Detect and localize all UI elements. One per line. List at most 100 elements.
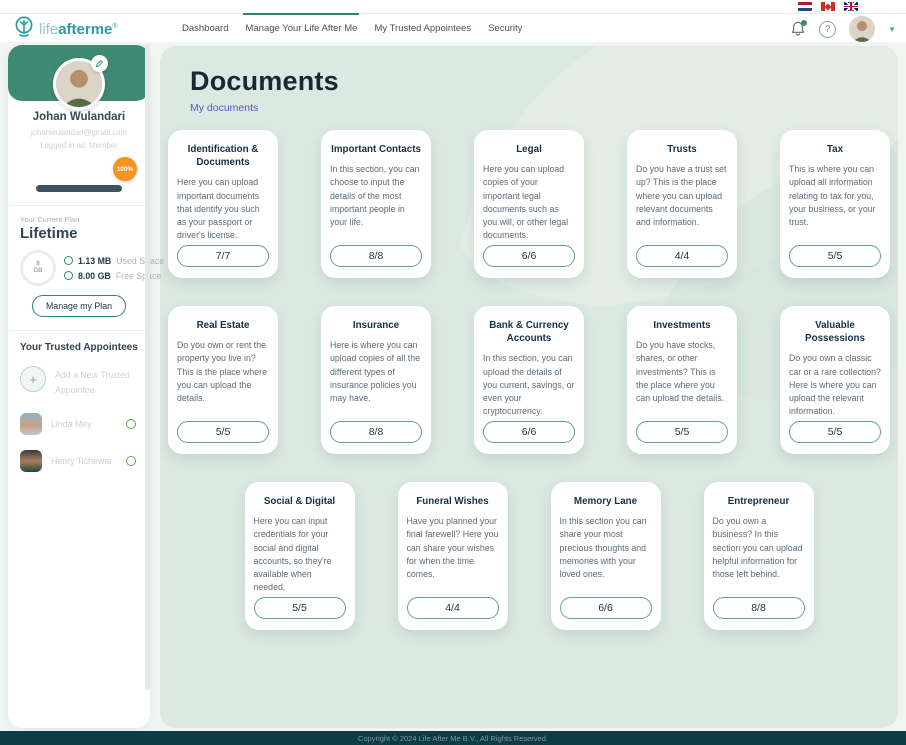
document-cards-grid: Identification & Documents Here you can …: [160, 130, 898, 630]
card-title: Memory Lane: [560, 495, 652, 508]
sidebar: Johan Wulandari johanwulandari@gmail.com…: [8, 45, 150, 728]
card-description: Here is where you can upload copies of a…: [330, 339, 422, 405]
appointee-name: Linda Mey: [51, 419, 117, 429]
card-count-button[interactable]: 8/8: [713, 597, 805, 619]
help-icon[interactable]: ?: [819, 21, 836, 38]
card-title: Important Contacts: [330, 143, 422, 156]
plus-icon: +: [20, 366, 46, 392]
nav-my-trusted-appointees[interactable]: My Trusted Appointees: [372, 13, 473, 42]
card-description: Do you own a classic car or a rare colle…: [789, 352, 881, 418]
card-title: Funeral Wishes: [407, 495, 499, 508]
card-insurance[interactable]: Insurance Here is where you can upload c…: [321, 306, 431, 454]
card-count-button[interactable]: 5/5: [177, 421, 269, 443]
card-row: Real Estate Do you own or rent the prope…: [168, 306, 890, 454]
card-title: Real Estate: [177, 319, 269, 332]
card-description: In this section, you can choose to input…: [330, 163, 422, 229]
nav-manage-your-life-after-me[interactable]: Manage Your Life After Me: [243, 13, 359, 42]
notification-dot: [801, 20, 807, 26]
footer: Copyright © 2024 Life After Me B.V., All…: [0, 731, 906, 745]
bullet-icon: [64, 271, 73, 280]
profile-email: johanwulandari@gmail.com: [8, 128, 150, 137]
card-count-button[interactable]: 4/4: [636, 245, 728, 267]
appointee-avatar: [20, 413, 42, 435]
bullet-icon: [64, 256, 73, 265]
user-avatar[interactable]: [849, 16, 875, 42]
card-count-button[interactable]: 6/6: [560, 597, 652, 619]
card-description: In this section, you can upload the deta…: [483, 352, 575, 418]
chevron-down-icon[interactable]: ▼: [888, 25, 896, 34]
main-panel: Documents My documents Identification & …: [160, 46, 898, 728]
plan-card: Your Current Plan Lifetime 8GB 1.13 MB U…: [8, 206, 150, 330]
card-count-button[interactable]: 5/5: [789, 245, 881, 267]
card-count-button[interactable]: 5/5: [636, 421, 728, 443]
profile-progress-bar: [36, 185, 122, 192]
edit-profile-button[interactable]: [91, 55, 108, 72]
manage-plan-button[interactable]: Manage my Plan: [32, 295, 126, 317]
card-title: Valuable Possessions: [789, 319, 881, 345]
card-count-button[interactable]: 6/6: [483, 421, 575, 443]
language-flags: [798, 2, 858, 11]
header-icons: ? ▼: [790, 16, 896, 42]
nav-dashboard[interactable]: Dashboard: [180, 13, 230, 42]
appointee-name: Henry Tichewar: [51, 456, 117, 466]
card-count-button[interactable]: 5/5: [254, 597, 346, 619]
card-important-contacts[interactable]: Important Contacts In this section, you …: [321, 130, 431, 278]
card-count-button[interactable]: 4/4: [407, 597, 499, 619]
appointees-section: Your Trusted Appointees + Add a New Trus…: [8, 331, 150, 483]
profile-name: Johan Wulandari: [8, 111, 150, 123]
card-tax[interactable]: Tax This is where you can upload all inf…: [780, 130, 890, 278]
sidebar-scrollbar[interactable]: [145, 45, 150, 690]
card-title: Investments: [636, 319, 728, 332]
flag-canada-icon[interactable]: [821, 2, 835, 11]
card-bank-currency-accounts[interactable]: Bank & Currency Accounts In this section…: [474, 306, 584, 454]
card-description: In this section you can share your most …: [560, 515, 652, 581]
card-trusts[interactable]: Trusts Do you have a trust set up? This …: [627, 130, 737, 278]
my-documents-link[interactable]: My documents: [190, 102, 258, 114]
notification-bell-icon[interactable]: [790, 20, 806, 38]
card-social-digital[interactable]: Social & Digital Here you can input cred…: [245, 482, 355, 630]
card-description: Do you have a trust set up? This is the …: [636, 163, 728, 229]
card-description: This is where you can upload all informa…: [789, 163, 881, 229]
flag-netherlands-icon[interactable]: [798, 2, 812, 11]
card-entrepreneur[interactable]: Entrepreneur Do you own a business? In t…: [704, 482, 814, 630]
plan-name: Lifetime: [20, 225, 138, 242]
card-description: Do you own or rent the property you live…: [177, 339, 269, 405]
storage-gauge: 8GB: [20, 250, 56, 286]
card-legal[interactable]: Legal Here you can upload copies of your…: [474, 130, 584, 278]
card-count-button[interactable]: 5/5: [789, 421, 881, 443]
card-count-button[interactable]: 8/8: [330, 421, 422, 443]
flag-united-kingdom-icon[interactable]: [844, 2, 858, 11]
card-title: Legal: [483, 143, 575, 156]
card-title: Bank & Currency Accounts: [483, 319, 575, 345]
card-description: Have you planned your final farewell? He…: [407, 515, 499, 581]
card-title: Social & Digital: [254, 495, 346, 508]
card-count-button[interactable]: 8/8: [330, 245, 422, 267]
card-funeral-wishes[interactable]: Funeral Wishes Have you planned your fin…: [398, 482, 508, 630]
copyright-text: Copyright © 2024 Life After Me B.V., All…: [358, 734, 548, 743]
appointees-title: Your Trusted Appointees: [20, 342, 138, 353]
card-valuable-possessions[interactable]: Valuable Possessions Do you own a classi…: [780, 306, 890, 454]
profile-card: Johan Wulandari johanwulandari@gmail.com…: [8, 45, 150, 205]
logo-text: lifeafterme®: [39, 15, 118, 42]
card-title: Entrepreneur: [713, 495, 805, 508]
status-circle-icon: [126, 456, 136, 466]
appointee-henry-tichewar[interactable]: Henry Tichewar: [20, 450, 138, 472]
nav-security[interactable]: Security: [486, 13, 524, 42]
page-title: Documents: [190, 66, 898, 97]
appointee-linda-mey[interactable]: Linda Mey: [20, 413, 138, 435]
card-description: Here you can input credentials for your …: [254, 515, 346, 594]
card-memory-lane[interactable]: Memory Lane In this section you can shar…: [551, 482, 661, 630]
card-description: Here you can upload copies of your impor…: [483, 163, 575, 242]
status-circle-icon: [126, 419, 136, 429]
card-identification-documents[interactable]: Identification & Documents Here you can …: [168, 130, 278, 278]
card-real-estate[interactable]: Real Estate Do you own or rent the prope…: [168, 306, 278, 454]
card-description: Do you have stocks, shares, or other inv…: [636, 339, 728, 405]
card-title: Identification & Documents: [177, 143, 269, 169]
card-title: Insurance: [330, 319, 422, 332]
card-count-button[interactable]: 7/7: [177, 245, 269, 267]
card-investments[interactable]: Investments Do you have stocks, shares, …: [627, 306, 737, 454]
card-count-button[interactable]: 6/6: [483, 245, 575, 267]
app-logo[interactable]: lifeafterme®: [12, 15, 118, 44]
add-appointee-button[interactable]: + Add a New Trusted Appointee: [20, 366, 138, 398]
appointee-avatar: [20, 450, 42, 472]
